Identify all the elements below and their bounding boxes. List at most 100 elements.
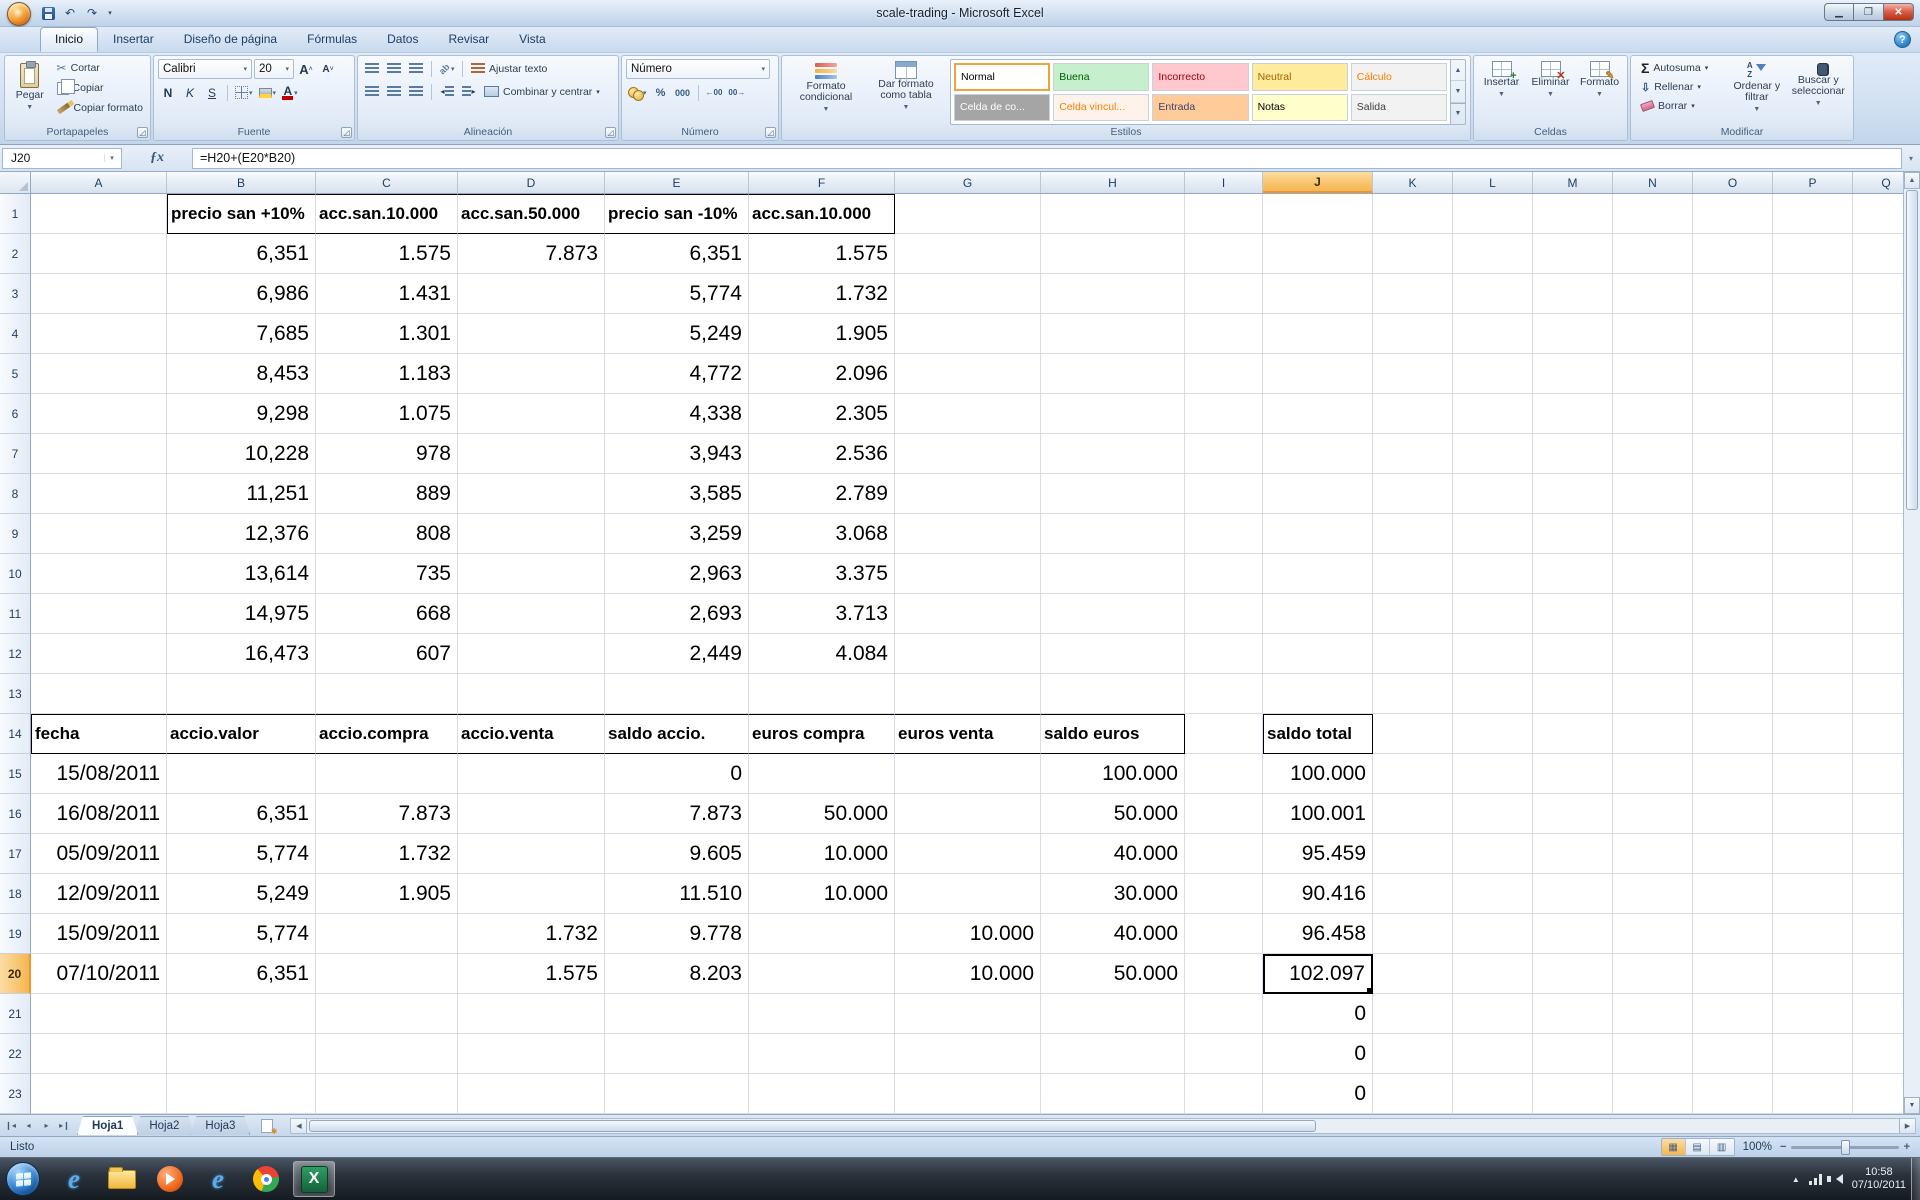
cell-B14[interactable]: accio.valor xyxy=(167,714,316,754)
previous-sheet-button[interactable]: ◂ xyxy=(20,1118,37,1134)
volume-icon[interactable] xyxy=(1831,1174,1843,1184)
cell-B11[interactable]: 14,975 xyxy=(167,594,316,634)
cell-K7[interactable] xyxy=(1373,434,1453,474)
column-header-E[interactable]: E xyxy=(605,172,749,193)
row-header-12[interactable]: 12 xyxy=(0,634,31,674)
cell-K8[interactable] xyxy=(1373,474,1453,514)
cell-B17[interactable]: 5,774 xyxy=(167,834,316,874)
cell-D13[interactable] xyxy=(458,674,605,714)
cell-P20[interactable] xyxy=(1773,954,1853,994)
cell-E8[interactable]: 3,585 xyxy=(605,474,749,514)
cell-A23[interactable] xyxy=(31,1074,167,1114)
cell-I3[interactable] xyxy=(1185,274,1263,314)
cell-K15[interactable] xyxy=(1373,754,1453,794)
cell-P3[interactable] xyxy=(1773,274,1853,314)
cell-M11[interactable] xyxy=(1533,594,1613,634)
cell-D5[interactable] xyxy=(458,354,605,394)
cell-P7[interactable] xyxy=(1773,434,1853,474)
fill-button[interactable]: ⇩Rellenar▾ xyxy=(1638,78,1726,96)
delete-cells-button[interactable]: ✕ Eliminar▼ xyxy=(1527,59,1574,125)
cell-P22[interactable] xyxy=(1773,1034,1853,1074)
font-size-select[interactable]: 20▾ xyxy=(254,59,294,79)
cell-C13[interactable] xyxy=(316,674,458,714)
cell-M16[interactable] xyxy=(1533,794,1613,834)
cell-I19[interactable] xyxy=(1185,914,1263,954)
cell-E11[interactable]: 2,693 xyxy=(605,594,749,634)
cell-N9[interactable] xyxy=(1613,514,1693,554)
cell-J12[interactable] xyxy=(1263,634,1373,674)
cell-N16[interactable] xyxy=(1613,794,1693,834)
cell-D19[interactable]: 1.732 xyxy=(458,914,605,954)
cell-G17[interactable] xyxy=(895,834,1041,874)
cell-K16[interactable] xyxy=(1373,794,1453,834)
column-header-D[interactable]: D xyxy=(458,172,605,193)
cell-I10[interactable] xyxy=(1185,554,1263,594)
cell-J17[interactable]: 95.459 xyxy=(1263,834,1373,874)
cell-N23[interactable] xyxy=(1613,1074,1693,1114)
cell-M6[interactable] xyxy=(1533,394,1613,434)
cell-C9[interactable]: 808 xyxy=(316,514,458,554)
cell-N6[interactable] xyxy=(1613,394,1693,434)
first-sheet-button[interactable]: ❙◂ xyxy=(2,1118,19,1134)
cell-L18[interactable] xyxy=(1453,874,1533,914)
cell-J11[interactable] xyxy=(1263,594,1373,634)
cell-A7[interactable] xyxy=(31,434,167,474)
cell-style-neutral[interactable]: Neutral xyxy=(1252,63,1348,91)
cell-H8[interactable] xyxy=(1041,474,1185,514)
cell-O8[interactable] xyxy=(1693,474,1773,514)
cell-I21[interactable] xyxy=(1185,994,1263,1034)
cell-C12[interactable]: 607 xyxy=(316,634,458,674)
cell-I14[interactable] xyxy=(1185,714,1263,754)
cell-H17[interactable]: 40.000 xyxy=(1041,834,1185,874)
cell-P13[interactable] xyxy=(1773,674,1853,714)
cell-C8[interactable]: 889 xyxy=(316,474,458,514)
cell-P11[interactable] xyxy=(1773,594,1853,634)
cell-G8[interactable] xyxy=(895,474,1041,514)
zoom-in-button[interactable]: + xyxy=(1904,1141,1910,1153)
cell-style-entrada[interactable]: Entrada xyxy=(1152,94,1248,122)
cell-K22[interactable] xyxy=(1373,1034,1453,1074)
gallery-more-button[interactable]: ▼ xyxy=(1451,103,1465,124)
start-button[interactable] xyxy=(6,1162,40,1196)
column-header-L[interactable]: L xyxy=(1453,172,1533,193)
cell-P6[interactable] xyxy=(1773,394,1853,434)
cell-A22[interactable] xyxy=(31,1034,167,1074)
cell-C22[interactable] xyxy=(316,1034,458,1074)
cell-D12[interactable] xyxy=(458,634,605,674)
cell-F15[interactable] xyxy=(749,754,895,794)
cell-C23[interactable] xyxy=(316,1074,458,1114)
cell-I15[interactable] xyxy=(1185,754,1263,794)
minimize-button[interactable]: ▁ xyxy=(1824,3,1854,21)
cell-F7[interactable]: 2.536 xyxy=(749,434,895,474)
cell-F9[interactable]: 3.068 xyxy=(749,514,895,554)
column-header-C[interactable]: C xyxy=(316,172,458,193)
cell-C3[interactable]: 1.431 xyxy=(316,274,458,314)
cell-C19[interactable] xyxy=(316,914,458,954)
cell-G14[interactable]: euros venta xyxy=(895,714,1041,754)
cell-J3[interactable] xyxy=(1263,274,1373,314)
cell-G20[interactable]: 10.000 xyxy=(895,954,1041,994)
cell-F19[interactable] xyxy=(749,914,895,954)
cell-A16[interactable]: 16/08/2011 xyxy=(31,794,167,834)
cell-M1[interactable] xyxy=(1533,194,1613,234)
insert-worksheet-button[interactable] xyxy=(254,1117,280,1135)
row-header-21[interactable]: 21 xyxy=(0,994,31,1034)
cell-K14[interactable] xyxy=(1373,714,1453,754)
cell-A19[interactable]: 15/09/2011 xyxy=(31,914,167,954)
column-header-A[interactable]: A xyxy=(31,172,167,193)
cell-G9[interactable] xyxy=(895,514,1041,554)
cell-L17[interactable] xyxy=(1453,834,1533,874)
cell-N22[interactable] xyxy=(1613,1034,1693,1074)
cell-B21[interactable] xyxy=(167,994,316,1034)
cell-F18[interactable]: 10.000 xyxy=(749,874,895,914)
cell-J10[interactable] xyxy=(1263,554,1373,594)
column-header-K[interactable]: K xyxy=(1373,172,1453,193)
cell-J13[interactable] xyxy=(1263,674,1373,714)
scroll-left-button[interactable]: ◀ xyxy=(291,1119,307,1133)
scroll-right-button[interactable]: ▶ xyxy=(1899,1119,1915,1133)
cell-O12[interactable] xyxy=(1693,634,1773,674)
cell-B5[interactable]: 8,453 xyxy=(167,354,316,394)
cell-F11[interactable]: 3.713 xyxy=(749,594,895,634)
cell-D6[interactable] xyxy=(458,394,605,434)
cell-F6[interactable]: 2.305 xyxy=(749,394,895,434)
